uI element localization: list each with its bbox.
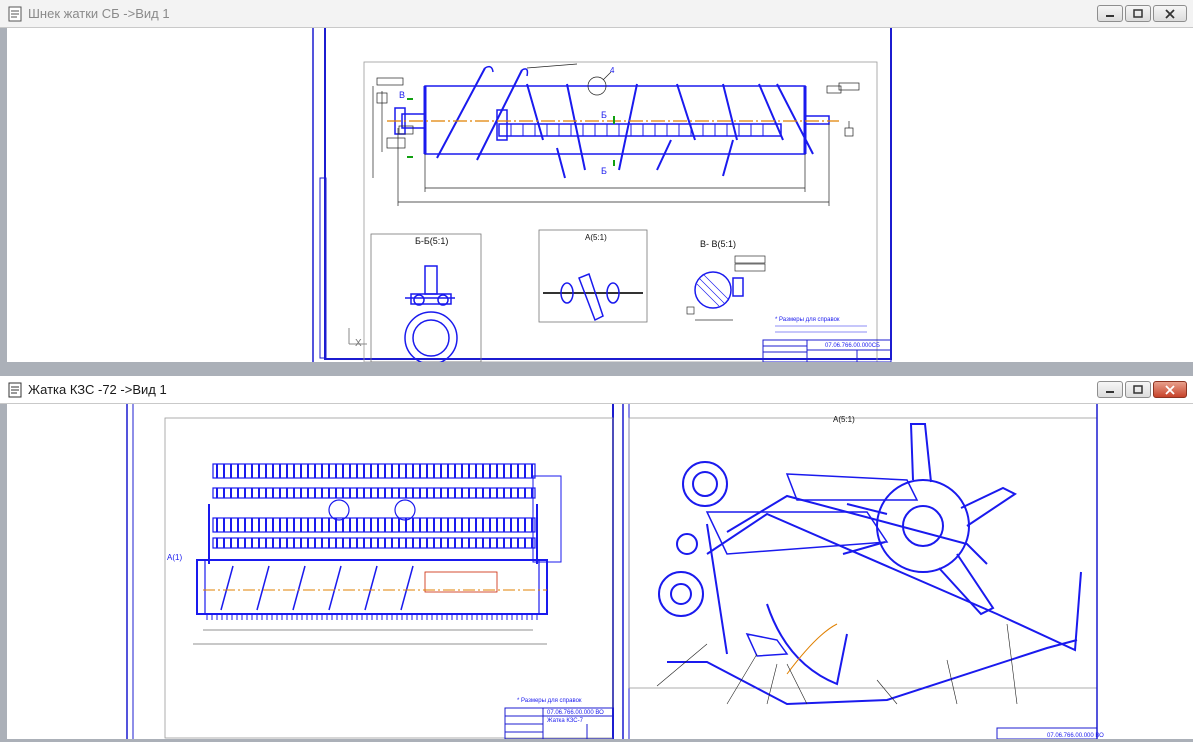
window-title: Жатка КЗС -72 ->Вид 1 [28,382,167,397]
mdi-background [0,364,1193,376]
section-mark-b1: Б [601,110,607,120]
maximize-icon [1133,9,1143,18]
titlebar[interactable]: Шнек жатки СБ ->Вид 1 [0,0,1193,28]
notes-title-bottom: * Размеры для справок [517,698,582,704]
close-icon [1165,384,1175,395]
section-title-vv: В- В(5:1) [700,239,736,249]
detail-a-frame [538,229,648,323]
maximize-icon [1133,385,1143,394]
close-button[interactable] [1153,381,1187,398]
window-header-assembly[interactable]: Жатка КЗС -72 ->Вид 1 А(1) * Размеры для… [0,376,1193,742]
section-title-bb: Б-Б(5:1) [415,236,448,246]
minimize-icon [1106,390,1114,393]
minimize-button[interactable] [1097,5,1123,22]
maximize-button[interactable] [1125,5,1151,22]
stamp-code-bottom: 07.06.766.00.000 ВО [547,710,604,716]
stamp-name: Жатка КЗС-7 [547,718,584,724]
auger-drawing: 4 Б Б В Б-Б(5:1) А(5:1) В- В(5:1) * Разм… [312,28,892,362]
axis-x-label: X [355,338,362,349]
document-icon [8,6,22,21]
window-title: Шнек жатки СБ ->Вид 1 [28,6,170,21]
maximize-button[interactable] [1125,381,1151,398]
callout-4: 4 [610,66,615,75]
drawing-viewport-top[interactable]: 4 Б Б В Б-Б(5:1) А(5:1) В- В(5:1) * Разм… [7,28,1193,362]
view-a-title: А(5:1) [833,415,855,424]
titlebar[interactable]: Жатка КЗС -72 ->Вид 1 [0,376,1193,404]
stamp-code-right: 07.06.766.00.000 ВО [1047,733,1104,739]
label-a1: А(1) [167,553,182,562]
document-icon [8,382,22,397]
section-title-a: А(5:1) [585,233,607,242]
window-auger-assembly[interactable]: Шнек жатки СБ ->Вид 1 4 Б Б В Б-Б(5:1) А… [0,0,1193,364]
reel-slats [206,464,538,620]
section-mark-b2: Б [601,166,607,176]
header-drawing: А(1) * Размеры для справок 07.06.766.00.… [126,404,1104,739]
section-mark-v: В [399,90,405,100]
notes-title: * Размеры для справок [775,317,840,323]
close-button[interactable] [1153,5,1187,22]
sheet-frame [324,28,892,360]
minimize-button[interactable] [1097,381,1123,398]
drawing-viewport-bottom[interactable]: А(1) * Размеры для справок 07.06.766.00.… [7,404,1193,739]
stamp-code-top: 07.06.766.00.000СБ [825,343,880,349]
close-icon [1165,8,1175,19]
minimize-icon [1106,14,1114,17]
